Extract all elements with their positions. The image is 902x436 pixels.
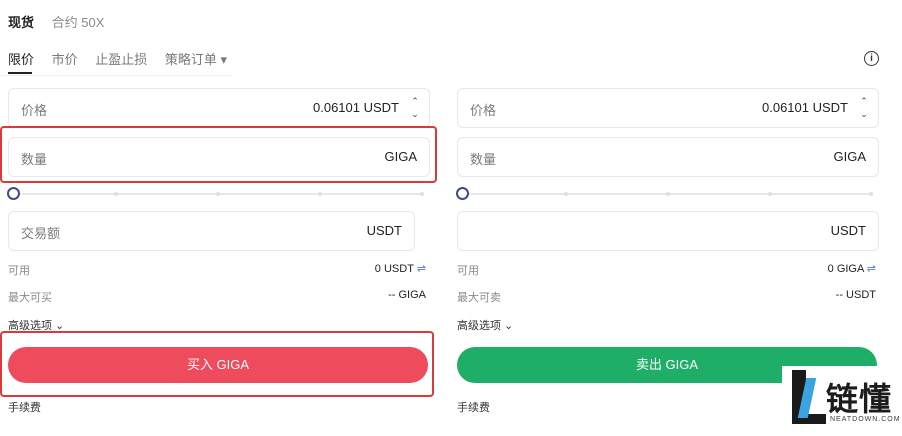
tab-contract[interactable]: 合约 50X	[52, 15, 105, 30]
quantity-highlight-box	[0, 126, 437, 183]
swap-icon[interactable]: ⇌	[867, 263, 876, 275]
slider-tick	[114, 192, 118, 196]
sell-quantity-label: 数量	[470, 152, 497, 167]
sell-price-label: 价格	[470, 103, 497, 118]
spin-down-icon[interactable]: ⌄	[409, 108, 421, 121]
sell-advanced-options[interactable]: 高级选项 ⌄	[457, 317, 513, 333]
tab-spot[interactable]: 现货	[8, 15, 34, 30]
buy-price-value: 0.06101 USDT	[313, 100, 399, 115]
buy-amount-field[interactable]: 交易额 USDT	[8, 211, 415, 251]
tab-market[interactable]: 市价	[52, 52, 78, 67]
slider-tick	[420, 192, 424, 196]
buy-available-label: 可用	[8, 265, 30, 277]
spin-down-icon[interactable]: ⌄	[858, 108, 870, 121]
swap-icon[interactable]: ⇌	[417, 263, 426, 275]
buy-fee-label: 手续费	[8, 402, 41, 414]
tab-strategy-order[interactable]: 策略订单 ▾	[165, 52, 227, 67]
sell-amount-field[interactable]: USDT	[457, 211, 879, 251]
buy-price-label: 价格	[21, 103, 48, 118]
sell-available-value: 0 GIGA ⇌	[750, 262, 876, 275]
market-type-tabs: 现货 合约 50X	[8, 12, 118, 31]
spin-up-icon[interactable]: ⌃	[858, 95, 870, 108]
sell-price-value: 0.06101 USDT	[762, 100, 848, 115]
buy-slider-handle[interactable]	[7, 187, 20, 200]
tab-limit[interactable]: 限价	[8, 52, 34, 67]
slider-tick	[666, 192, 670, 196]
slider-tick	[869, 192, 873, 196]
sell-fee-label: 手续费	[457, 402, 490, 414]
slider-tick	[318, 192, 322, 196]
buy-amount-label: 交易额	[21, 226, 61, 241]
sell-price-spinner[interactable]: ⌃ ⌄	[858, 95, 870, 121]
sell-available-amount: 0 GIGA	[827, 263, 864, 275]
sell-max-value: -- USDT	[835, 289, 876, 301]
buy-price-spinner[interactable]: ⌃ ⌄	[409, 95, 421, 121]
sell-slider-handle[interactable]	[456, 187, 469, 200]
buy-price-field[interactable]: 价格 0.06101 USDT ⌃ ⌄	[8, 88, 430, 128]
sell-quantity-field[interactable]: 数量 GIGA	[457, 137, 879, 177]
sell-max-label: 最大可卖	[457, 292, 501, 304]
buy-amount-unit: USDT	[366, 223, 402, 238]
sell-available-label: 可用	[457, 265, 479, 277]
order-type-tabs: 限价 市价 止盈止损 策略订单 ▾	[8, 49, 241, 68]
active-tab-indicator	[8, 72, 32, 74]
tab-divider	[0, 75, 232, 76]
buy-available-amount: 0 USDT	[374, 263, 414, 275]
buy-max-label: 最大可买	[8, 292, 52, 304]
buy-available-value: 0 USDT ⇌	[300, 262, 426, 275]
slider-tick	[564, 192, 568, 196]
buy-button-highlight-box	[0, 331, 434, 397]
tab-take-profit-stop-loss[interactable]: 止盈止损	[95, 52, 147, 67]
sell-price-field[interactable]: 价格 0.06101 USDT ⌃ ⌄	[457, 88, 879, 128]
info-icon[interactable]: i	[864, 51, 879, 66]
watermark-title: 链懂	[826, 381, 893, 417]
watermark-logo: 链懂 NEATDOWN.COM	[782, 366, 902, 436]
spin-up-icon[interactable]: ⌃	[409, 95, 421, 108]
slider-tick	[216, 192, 220, 196]
slider-tick	[768, 192, 772, 196]
sell-quantity-unit: GIGA	[833, 149, 866, 164]
watermark-subtitle: NEATDOWN.COM	[830, 416, 901, 423]
sell-amount-unit: USDT	[830, 223, 866, 238]
buy-max-value: -- GIGA	[388, 289, 426, 301]
